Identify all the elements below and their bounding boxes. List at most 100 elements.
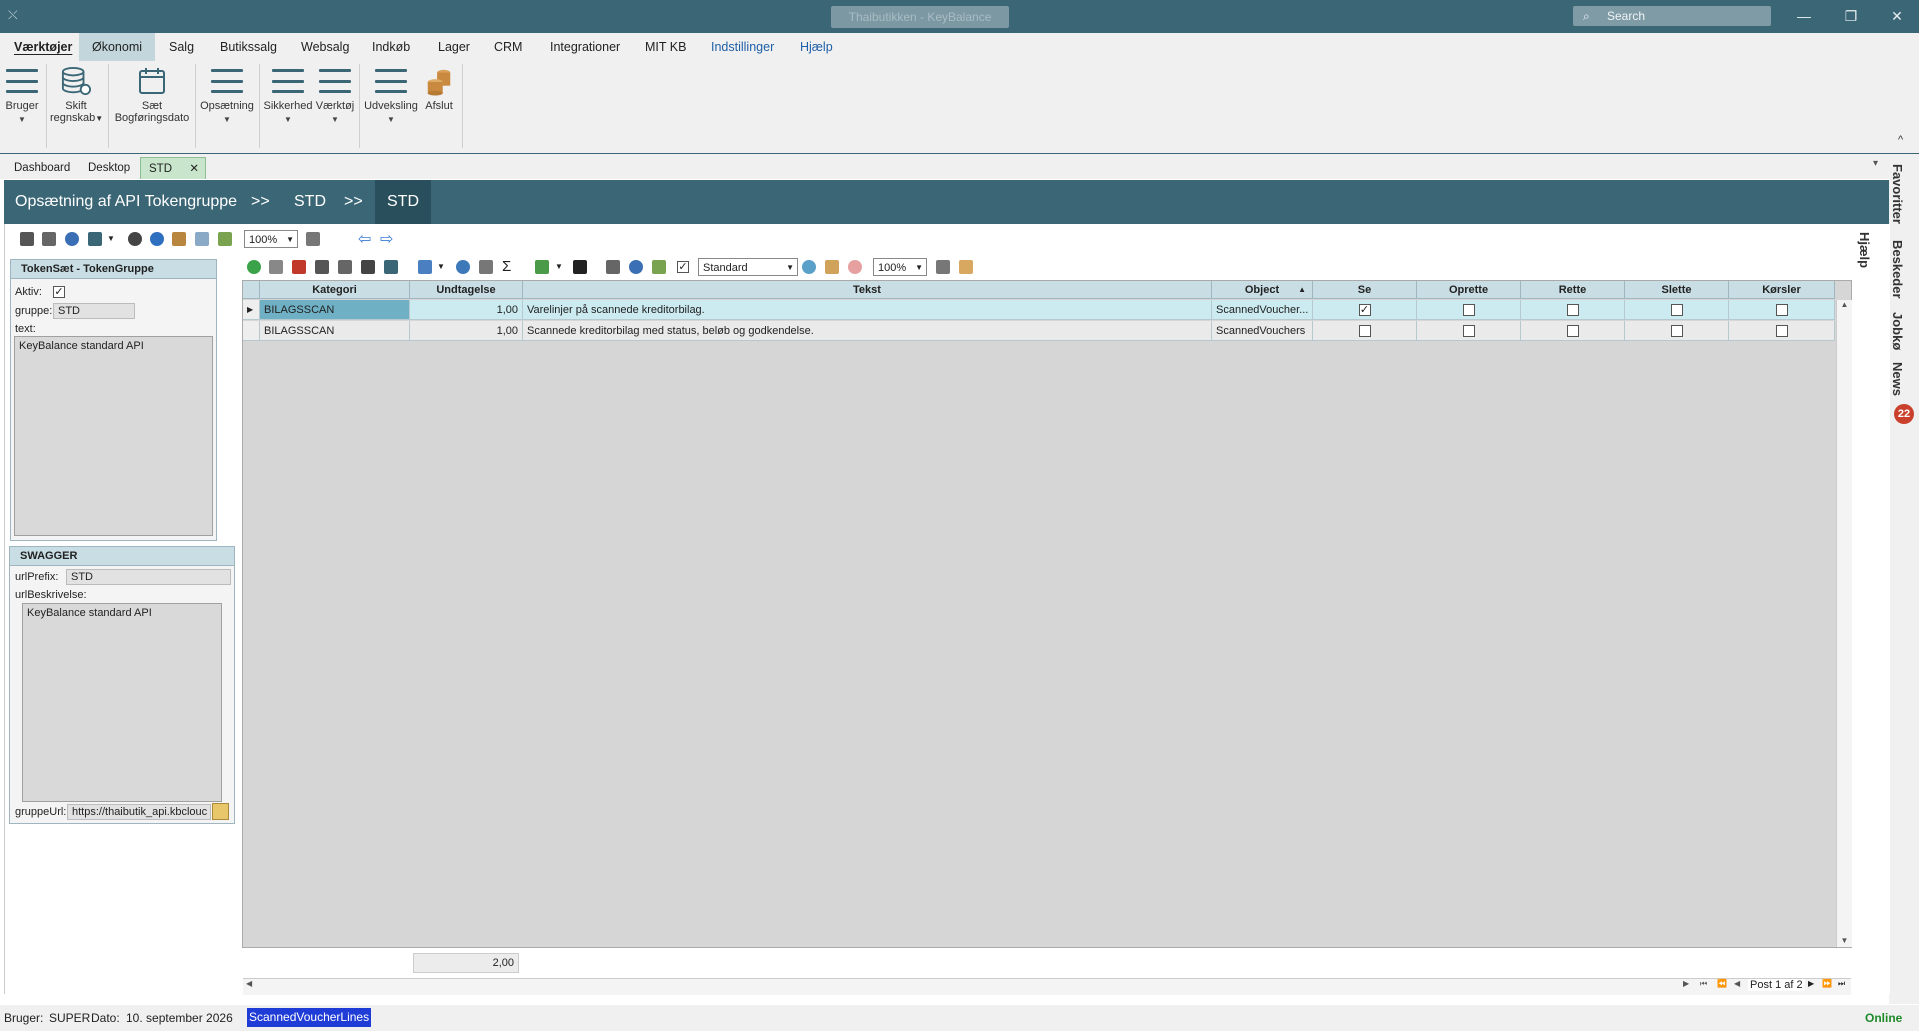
delete-icon[interactable] [292, 260, 306, 274]
print-icon[interactable] [306, 232, 320, 246]
vertical-scrollbar[interactable]: ▲ ▼ [1836, 300, 1852, 947]
gruppeurl-field[interactable]: https://thaibutik_api.kbclouc [67, 804, 211, 820]
sidebar-tab-beskeder[interactable]: Beskeder [1890, 240, 1905, 299]
zoom-fit-icon[interactable] [479, 260, 493, 274]
scroll-up-icon[interactable]: ▲ [1837, 300, 1852, 309]
zoom-select[interactable]: 100% ▼ [244, 230, 298, 248]
cell-kategori[interactable]: BILAGSSCAN [260, 321, 410, 341]
grid-icon[interactable] [42, 232, 56, 246]
cell-korsler[interactable] [1729, 321, 1835, 341]
add-view-icon[interactable] [802, 260, 816, 274]
cell-korsler[interactable] [1729, 300, 1835, 320]
oprette-checkbox[interactable] [1462, 304, 1475, 317]
save-view-icon[interactable] [825, 260, 839, 274]
cell-undtagelse[interactable]: 1,00 [410, 300, 523, 320]
aktiv-checkbox[interactable]: ✓ [53, 286, 65, 298]
edit-list-icon[interactable] [652, 260, 666, 274]
oprette-checkbox[interactable] [1462, 325, 1475, 338]
import-icon[interactable] [573, 260, 587, 274]
menu-vaerktojer[interactable]: Værktøjer [6, 33, 80, 61]
cell-kategori[interactable]: BILAGSSCAN [260, 300, 410, 320]
cell-se[interactable] [1313, 321, 1417, 341]
cell-object[interactable]: ScannedVouchers [1212, 321, 1313, 341]
sum-icon[interactable]: Σ [502, 258, 511, 275]
skift-regnskab-button[interactable]: Skift regnskab▼ [50, 66, 103, 125]
menu-hjaelp[interactable]: Hjælp [792, 33, 841, 61]
close-icon[interactable]: ✕ [189, 158, 199, 180]
excel-icon[interactable] [535, 260, 549, 274]
help-side-tab[interactable]: Hjælp [1857, 232, 1872, 268]
prev-page-icon[interactable]: ⏪ [1717, 979, 1727, 988]
chevron-down-icon[interactable]: ▼ [555, 262, 563, 271]
refresh-icon[interactable] [65, 232, 79, 246]
korsler-checkbox[interactable] [1775, 325, 1788, 338]
next-icon[interactable]: ▶ [1808, 979, 1814, 988]
arrow-left-icon[interactable]: ⇦ [358, 229, 371, 249]
tab-desktop[interactable]: Desktop [80, 157, 138, 179]
first-page-icon[interactable]: ⏮ [1700, 979, 1707, 989]
cell-tekst[interactable]: Varelinjer på scannede kreditorbilag. [523, 300, 1212, 320]
layout-icon[interactable] [606, 260, 620, 274]
rette-checkbox[interactable] [1566, 325, 1579, 338]
chevron-down-icon[interactable]: ▼ [437, 262, 445, 271]
scroll-down-icon[interactable]: ▼ [1837, 936, 1852, 945]
cell-slette[interactable] [1625, 300, 1729, 320]
horizontal-scrollbar[interactable] [243, 978, 1851, 995]
menu-salg[interactable]: Salg [161, 33, 202, 61]
cell-undtagelse[interactable]: 1,00 [410, 321, 523, 341]
menu-mit-kb[interactable]: MIT KB [637, 33, 694, 61]
column-header-se[interactable]: Se [1313, 281, 1417, 299]
column-header-slette[interactable]: Slette [1625, 281, 1729, 299]
menu-okonomi[interactable]: Økonomi [79, 33, 156, 61]
next-page-icon[interactable]: ⏩ [1822, 979, 1832, 988]
text-field[interactable]: KeyBalance standard API [14, 336, 213, 536]
bug-icon[interactable] [128, 232, 142, 246]
menu-crm[interactable]: CRM [486, 33, 530, 61]
scroll-left-icon[interactable]: ◀ [246, 979, 252, 988]
cell-tekst[interactable]: Scannede kreditorbilag med status, beløb… [523, 321, 1212, 341]
menu-lager[interactable]: Lager [430, 33, 478, 61]
column-header-korsler[interactable]: Kørsler [1729, 281, 1835, 299]
prev-icon[interactable]: ◀ [1734, 979, 1740, 988]
breadcrumb-current[interactable]: STD [375, 180, 431, 224]
bruger-button[interactable]: Bruger ▼ [4, 66, 40, 126]
grid-zoom-select[interactable]: 100% ▼ [873, 258, 927, 276]
refresh-icon[interactable] [629, 260, 643, 274]
checkbox-icon[interactable]: ✓ [677, 261, 689, 273]
search-icon[interactable] [456, 260, 470, 274]
tab-dashboard[interactable]: Dashboard [6, 157, 78, 179]
link-icon[interactable] [338, 260, 352, 274]
slette-checkbox[interactable] [1670, 304, 1683, 317]
sidebar-tab-news[interactable]: News [1890, 362, 1905, 396]
column-header-object[interactable]: Object ▲ [1212, 281, 1313, 299]
column-header-oprette[interactable]: Oprette [1417, 281, 1521, 299]
column-header-rette[interactable]: Rette [1521, 281, 1625, 299]
urlprefix-field[interactable]: STD [66, 569, 231, 585]
export-icon[interactable] [172, 232, 186, 246]
menu-indkob[interactable]: Indkøb [364, 33, 418, 61]
cell-rette[interactable] [1521, 300, 1625, 320]
help-icon[interactable] [150, 232, 164, 246]
export-icon[interactable] [959, 260, 973, 274]
column-header-undtagelse[interactable]: Undtagelse [410, 281, 523, 299]
afslut-button[interactable]: Afslut [421, 66, 457, 112]
lock-icon[interactable] [20, 232, 34, 246]
se-checkbox[interactable] [1358, 325, 1371, 338]
korsler-checkbox[interactable] [1775, 304, 1788, 317]
mail-icon[interactable] [195, 232, 209, 246]
urlbeskrivelse-field[interactable]: KeyBalance standard API [22, 603, 222, 802]
menu-websalg[interactable]: Websalg [293, 33, 357, 61]
print-icon[interactable] [936, 260, 950, 274]
menu-indstillinger[interactable]: Indstillinger [703, 33, 782, 61]
vaerktoj-button[interactable]: Værktøj ▼ [314, 66, 356, 126]
column-header-tekst[interactable]: Tekst [523, 281, 1212, 299]
sidebar-tab-jobko[interactable]: Jobkø [1890, 312, 1905, 350]
restore-button[interactable]: ❐ [1829, 0, 1873, 33]
view-select[interactable]: Standard ▼ [698, 258, 798, 276]
collapse-ribbon-icon[interactable]: ^ [1898, 134, 1903, 146]
edit-list-icon[interactable] [218, 232, 232, 246]
last-page-icon[interactable]: ⏭ [1838, 979, 1845, 989]
cell-slette[interactable] [1625, 321, 1729, 341]
opsaetning-button[interactable]: Opsætning ▼ [199, 66, 255, 126]
row-indicator[interactable] [243, 321, 260, 341]
